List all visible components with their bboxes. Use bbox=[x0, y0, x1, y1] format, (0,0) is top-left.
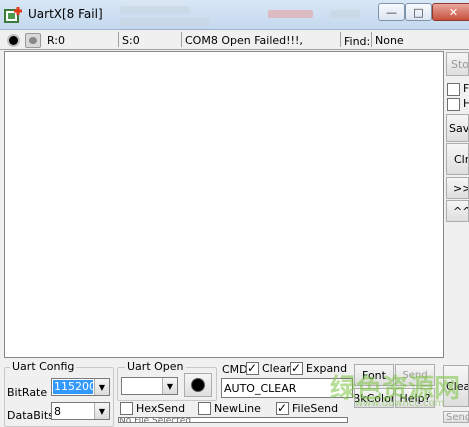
blurred-title-detail bbox=[120, 18, 210, 26]
find-value: None bbox=[375, 34, 404, 47]
app-icon[interactable] bbox=[4, 6, 24, 24]
connect-icon[interactable] bbox=[25, 33, 41, 48]
port-select[interactable]: ▼ bbox=[121, 377, 178, 395]
bitrate-label: BitRate bbox=[7, 386, 48, 399]
send-button-2[interactable]: Send bbox=[443, 411, 469, 423]
databits-value: 8 bbox=[54, 405, 61, 418]
uart-open-title: Uart Open bbox=[125, 360, 186, 373]
close-icon: ✕ bbox=[448, 5, 459, 19]
newline-checkbox[interactable] bbox=[198, 402, 211, 415]
option-f-label: F bbox=[463, 82, 469, 95]
maximize-icon: □ bbox=[413, 5, 424, 19]
chevron-down-icon: ▼ bbox=[94, 403, 109, 419]
clr-button[interactable]: Clr bbox=[446, 143, 469, 175]
option-h-checkbox[interactable] bbox=[447, 98, 460, 111]
blurred-title-detail bbox=[120, 6, 190, 14]
watermark-url: www.downcc.com bbox=[355, 398, 445, 409]
blurred-title-detail bbox=[268, 10, 313, 18]
maximize-button[interactable]: □ bbox=[405, 3, 432, 21]
cmd-label: CMD bbox=[222, 363, 248, 376]
file-path-field[interactable]: No File Selected bbox=[118, 417, 348, 423]
expand-right-button[interactable]: >> bbox=[446, 177, 469, 199]
databits-label: DataBits bbox=[7, 409, 54, 422]
window-title: UartX[8 Fail] bbox=[28, 7, 103, 21]
uart-config-title: Uart Config bbox=[10, 360, 77, 373]
option-h-label: H bbox=[463, 97, 469, 110]
stop-button[interactable]: Stop bbox=[446, 52, 469, 76]
option-f-checkbox[interactable] bbox=[447, 83, 460, 96]
receive-count: R:0 bbox=[47, 34, 66, 47]
hexsend-label: HexSend bbox=[136, 402, 186, 415]
save-button[interactable]: Save bbox=[446, 114, 469, 142]
status-divider bbox=[118, 32, 119, 47]
status-divider bbox=[181, 32, 182, 47]
collapse-button[interactable]: ^^ bbox=[446, 200, 469, 222]
minimize-icon: — bbox=[386, 5, 397, 19]
close-button[interactable]: ✕ bbox=[432, 3, 469, 21]
databits-select[interactable]: 8 ▼ bbox=[51, 402, 110, 420]
send-count: S:0 bbox=[122, 34, 140, 47]
blurred-title-detail bbox=[330, 10, 360, 18]
open-port-button[interactable] bbox=[184, 373, 212, 397]
minimize-button[interactable]: — bbox=[378, 3, 405, 21]
receive-text-area[interactable] bbox=[4, 51, 444, 358]
status-divider bbox=[340, 32, 341, 47]
record-indicator-icon[interactable] bbox=[7, 34, 20, 47]
expand-checkbox[interactable] bbox=[290, 361, 303, 375]
find-label: Find: bbox=[344, 35, 371, 48]
newline-label: NewLine bbox=[214, 402, 261, 415]
port-status-icon bbox=[191, 378, 205, 392]
clear-checkbox[interactable] bbox=[246, 361, 259, 375]
filesend-checkbox[interactable] bbox=[276, 401, 289, 415]
status-message: COM8 Open Failed!!!, bbox=[185, 34, 303, 47]
chevron-down-icon: ▼ bbox=[94, 379, 109, 395]
bitrate-select[interactable]: 115200 ▼ bbox=[51, 378, 110, 396]
bitrate-value: 115200 bbox=[53, 380, 96, 394]
hexsend-checkbox[interactable] bbox=[120, 402, 133, 415]
clear-checkbox-label: Clear bbox=[262, 362, 291, 375]
status-divider bbox=[371, 32, 372, 47]
chevron-down-icon: ▼ bbox=[162, 378, 177, 394]
